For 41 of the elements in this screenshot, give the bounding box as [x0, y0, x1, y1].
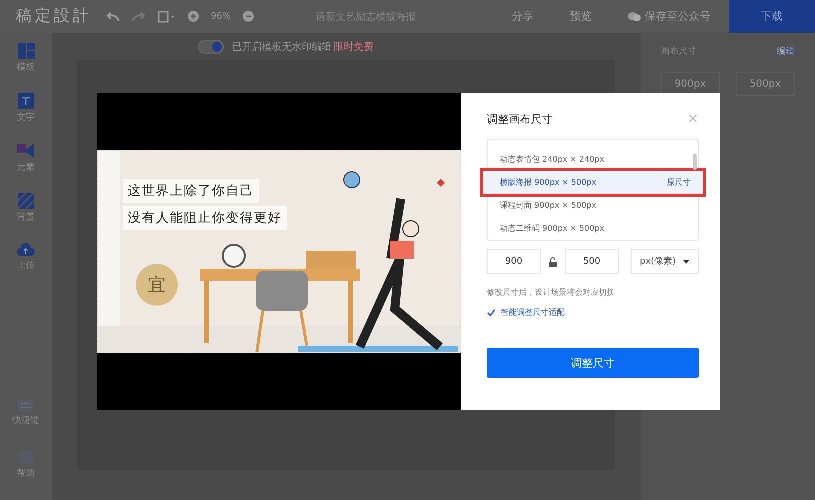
width-input[interactable]: 900 [487, 249, 541, 274]
logo: 稿定設計 [16, 6, 93, 27]
zoom-out-icon[interactable] [243, 11, 254, 22]
zoom-in-icon[interactable] [188, 11, 199, 22]
checkbox-label[interactable]: 智能调整尺寸适配 [501, 307, 565, 318]
format-icon[interactable] [158, 10, 176, 22]
watermark-toggle[interactable] [198, 40, 224, 54]
hint-text: 修改尺寸后，设计场景将会对应切换 [487, 287, 616, 298]
unit-select[interactable]: px(像素) [631, 249, 699, 274]
zoom-level: 96% [211, 12, 232, 22]
text-icon[interactable] [18, 93, 34, 109]
height-field[interactable]: 500px [736, 72, 795, 96]
caret-icon [683, 260, 690, 264]
preset-item[interactable]: 动态表情包 240px × 240px [488, 148, 698, 171]
lock-icon[interactable] [549, 256, 557, 266]
upload-icon[interactable] [17, 243, 35, 257]
chat-bubbles-icon [628, 12, 641, 22]
download-button[interactable]: 下载 [729, 0, 815, 33]
background-icon[interactable] [18, 193, 34, 209]
undo-icon[interactable] [106, 12, 120, 22]
edit-link[interactable]: 编辑 [777, 45, 795, 58]
toolbar-action[interactable]: 分享 [494, 0, 552, 33]
preset-item[interactable]: 课程封面 900px × 500px [488, 194, 698, 217]
resize-button[interactable]: 调整尺寸 [487, 348, 699, 378]
redo-icon[interactable] [132, 12, 146, 22]
seal-text: 宜 [136, 264, 178, 306]
poster-quote: 这世界上除了你自己 [123, 179, 259, 203]
poster-quote: 没有人能阻止你变得更好 [123, 206, 287, 230]
dialog-title: 调整画布尺寸 [487, 112, 553, 126]
keyboard-icon[interactable] [18, 400, 34, 412]
preset-item[interactable]: 横版海报 900px × 500px 原尺寸 [483, 171, 703, 194]
toolbar-action[interactable]: 预览 [552, 0, 610, 33]
smart-fit-checkbox[interactable] [487, 308, 496, 317]
close-button[interactable]: × [687, 111, 699, 127]
toggle-label: 已开启模板无水印编辑 [232, 40, 332, 54]
toolbar-action[interactable]: 保存至公众号 [610, 0, 729, 33]
preset-item[interactable]: 动态二维码 900px × 500px [488, 217, 698, 240]
height-input[interactable]: 500 [565, 249, 619, 274]
template-icon[interactable] [18, 43, 34, 59]
element-icon[interactable] [17, 143, 35, 159]
promo-label: 限时免费 [334, 40, 374, 54]
